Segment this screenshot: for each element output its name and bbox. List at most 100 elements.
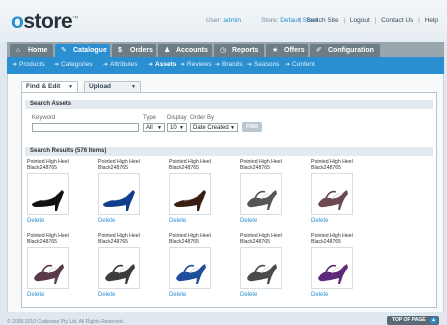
asset-sku: Black248765 bbox=[240, 165, 270, 171]
asset-card: Pointed High Heel Black248765 Delete bbox=[98, 233, 162, 303]
asset-card: Pointed High Heel Black248765 Delete bbox=[240, 233, 304, 303]
delete-link[interactable]: Delete bbox=[240, 218, 257, 224]
asset-card: Pointed High Heel Black248765 Delete bbox=[169, 159, 233, 229]
contact-us-link[interactable]: Contact Us bbox=[381, 17, 413, 24]
subnav-item-reviews[interactable]: ➔ Reviews bbox=[180, 61, 212, 68]
delete-link[interactable]: Delete bbox=[169, 292, 186, 298]
asset-thumbnail[interactable] bbox=[98, 173, 140, 215]
tab-find-edit[interactable]: Find & Edit ▼ bbox=[21, 81, 78, 92]
delete-link[interactable]: Delete bbox=[27, 218, 44, 224]
user-name[interactable]: admin bbox=[223, 17, 241, 24]
arrow-icon: ➔ bbox=[148, 62, 154, 68]
wrench-icon: ✐ bbox=[316, 47, 322, 54]
tab-accounts[interactable]: ♟ Accounts bbox=[158, 44, 212, 57]
shoe-image bbox=[318, 264, 348, 284]
delete-link[interactable]: Delete bbox=[98, 218, 115, 224]
arrow-icon: ➔ bbox=[285, 62, 291, 68]
tag-icon: ✎ bbox=[61, 47, 67, 54]
chevron-down-icon: ▼ bbox=[230, 125, 235, 131]
logo[interactable]: ostore™ bbox=[11, 10, 78, 34]
asset-name: Pointed High Heel Black248765 bbox=[240, 233, 304, 245]
arrow-icon: ➔ bbox=[12, 62, 18, 68]
subnav-item-categories[interactable]: ➔ Categories bbox=[54, 61, 92, 68]
keyword-input[interactable] bbox=[32, 123, 139, 132]
tab-home[interactable]: ⌂ Home bbox=[10, 44, 53, 57]
display-select[interactable]: 10 ▼ bbox=[167, 123, 187, 132]
subnav-item-content[interactable]: ➔ Content bbox=[285, 61, 315, 68]
asset-name: Pointed High Heel Black248765 bbox=[240, 159, 304, 171]
asset-name: Pointed High Heel Black248765 bbox=[169, 159, 233, 171]
asset-thumbnail[interactable] bbox=[311, 247, 353, 289]
shoe-image bbox=[174, 190, 206, 211]
asset-sku: Black248765 bbox=[27, 165, 57, 171]
delete-link[interactable]: Delete bbox=[240, 292, 257, 298]
asset-thumbnail[interactable] bbox=[169, 173, 211, 215]
asset-card: Pointed High Heel Black248765 Delete bbox=[311, 233, 375, 303]
delete-link[interactable]: Delete bbox=[27, 292, 44, 298]
home-icon: ⌂ bbox=[16, 47, 21, 54]
delete-link[interactable]: Delete bbox=[311, 218, 328, 224]
asset-sku: Black248765 bbox=[240, 239, 270, 245]
tab-upload[interactable]: Upload ▼ bbox=[84, 81, 141, 92]
asset-thumbnail[interactable] bbox=[27, 173, 69, 215]
search-assets-heading: Search Assets bbox=[25, 100, 433, 109]
delete-link[interactable]: Delete bbox=[98, 292, 115, 298]
shoe-image bbox=[247, 190, 277, 210]
top-links: | Switch Site | Logout | Contact Us | He… bbox=[299, 17, 438, 24]
help-link[interactable]: Help bbox=[425, 17, 438, 24]
order-by-label: Order By bbox=[190, 115, 215, 121]
asset-thumbnail[interactable] bbox=[240, 173, 282, 215]
switch-site-link[interactable]: Switch Site bbox=[306, 17, 338, 24]
find-button[interactable]: FIND bbox=[242, 122, 262, 132]
copyright: © 2008-2010 Codewise Pty Ltd. All Rights… bbox=[7, 319, 125, 325]
shoe-image bbox=[318, 190, 348, 210]
delete-link[interactable]: Delete bbox=[311, 292, 328, 298]
asset-thumbnail[interactable] bbox=[27, 247, 69, 289]
asset-sku: Black248765 bbox=[98, 239, 128, 245]
arrow-icon: ➔ bbox=[103, 62, 109, 68]
tab-configuration[interactable]: ✐ Configuration bbox=[310, 44, 380, 57]
asset-card: Pointed High Heel Black248765 Delete bbox=[27, 233, 91, 303]
top-of-page-button[interactable]: TOP OF PAGE ▲ bbox=[387, 316, 439, 325]
star-icon: ★ bbox=[272, 47, 279, 54]
chevron-down-icon: ▼ bbox=[157, 125, 162, 131]
shoe-image bbox=[105, 264, 135, 284]
tab-catalogue[interactable]: ✎ Catalogue bbox=[55, 44, 110, 57]
chevron-down-icon: ▼ bbox=[68, 84, 73, 90]
shoe-image bbox=[176, 264, 206, 284]
subnav-item-assets[interactable]: ➔ Assets bbox=[148, 61, 176, 68]
tab-offers[interactable]: ★ Offers bbox=[266, 44, 308, 57]
type-select[interactable]: All ▼ bbox=[143, 123, 165, 132]
asset-thumbnail[interactable] bbox=[169, 247, 211, 289]
header: ostore™ User: admin Store: Default Store … bbox=[0, 0, 447, 42]
order-by-select[interactable]: Date Created ▼ bbox=[190, 123, 238, 132]
delete-link[interactable]: Delete bbox=[169, 218, 186, 224]
asset-sku: Black248765 bbox=[169, 239, 199, 245]
asset-card: Pointed High Heel Black248765 Delete bbox=[98, 159, 162, 229]
asset-card: Pointed High Heel Black248765 Delete bbox=[311, 159, 375, 229]
asset-name: Pointed High Heel Black248765 bbox=[311, 159, 375, 171]
subnav-item-seasons[interactable]: ➔ Seasons bbox=[247, 61, 279, 68]
tab-orders[interactable]: $ Orders bbox=[112, 44, 156, 57]
subnav-item-attributes[interactable]: ➔ Attributes bbox=[103, 61, 138, 68]
type-label: Type bbox=[143, 115, 157, 121]
keyword-label: Keyword bbox=[32, 115, 56, 121]
asset-card: Pointed High Heel Black248765 Delete bbox=[27, 159, 91, 229]
asset-sku: Black248765 bbox=[98, 165, 128, 171]
asset-sku: Black248765 bbox=[27, 239, 57, 245]
arrow-icon: ➔ bbox=[54, 62, 60, 68]
content-area: Find & Edit ▼ Upload ▼ Search Assets Keywo… bbox=[7, 74, 444, 312]
asset-thumbnail[interactable] bbox=[98, 247, 140, 289]
arrow-up-icon: ▲ bbox=[430, 317, 437, 324]
logout-link[interactable]: Logout bbox=[350, 17, 370, 24]
asset-thumbnail[interactable] bbox=[240, 247, 282, 289]
sub-nav: ➔ Products ➔ Categories ➔ Attributes ➔ Asset… bbox=[7, 57, 444, 74]
chevron-down-icon: ▼ bbox=[179, 125, 184, 131]
asset-thumbnail[interactable] bbox=[311, 173, 353, 215]
asset-card: Pointed High Heel Black248765 Delete bbox=[240, 159, 304, 229]
arrow-icon: ➔ bbox=[247, 62, 253, 68]
subnav-item-products[interactable]: ➔ Products bbox=[12, 61, 45, 68]
subnav-item-brands[interactable]: ➔ Brands bbox=[215, 61, 243, 68]
tab-reports[interactable]: ◷ Reports bbox=[214, 44, 264, 57]
asset-sku: Black248765 bbox=[169, 165, 199, 171]
